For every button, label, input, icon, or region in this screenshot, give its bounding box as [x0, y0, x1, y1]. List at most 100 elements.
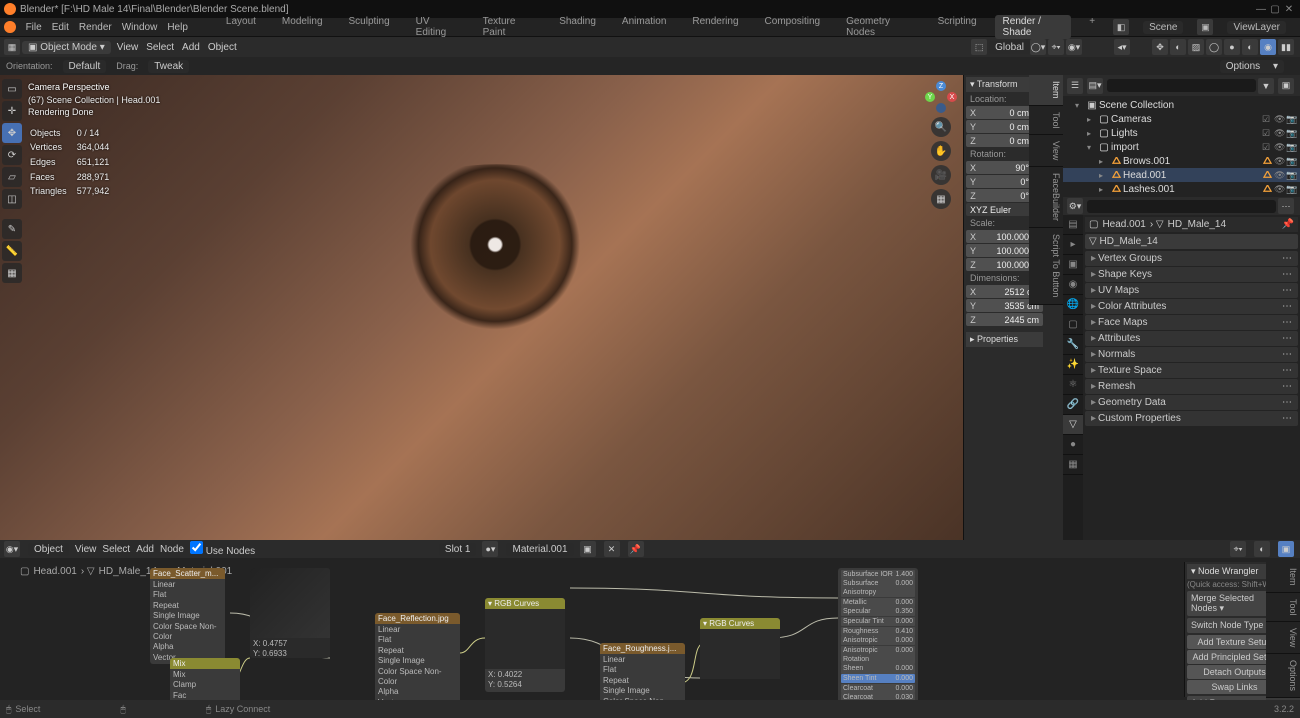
options-dropdown[interactable]: Options ▾ — [1220, 60, 1284, 73]
ptab-scene[interactable]: ◉ — [1063, 275, 1083, 295]
outliner-tree[interactable]: ▾▣Scene Collection ▸▢Cameras☑👁📷▸▢Lights☑… — [1063, 96, 1300, 197]
top-select[interactable]: Select — [146, 42, 174, 53]
mode-selector[interactable]: ▣ Object Mode ▾ — [22, 41, 111, 54]
top-view[interactable]: View — [117, 42, 139, 53]
shading-solid-icon[interactable]: ● — [1224, 39, 1240, 55]
panel-color-attributes[interactable]: Color Attributes⋯ — [1085, 299, 1298, 314]
ntab-facebuilder[interactable]: FaceBuilder — [1029, 167, 1063, 228]
panel-attributes[interactable]: Attributes⋯ — [1085, 331, 1298, 346]
node-rgb-curves-c[interactable]: ▾ RGB Curves — [700, 618, 780, 679]
panel-geometry-data[interactable]: Geometry Data⋯ — [1085, 395, 1298, 410]
shading-rendered-icon[interactable]: ◉ — [1260, 39, 1276, 55]
nvtab-view[interactable]: View — [1266, 622, 1300, 654]
tool-move[interactable]: ✥ — [2, 123, 22, 143]
ntab-view[interactable]: View — [1029, 135, 1063, 167]
tool-rotate[interactable]: ⟳ — [2, 145, 22, 165]
mat-name[interactable]: Material.001 — [506, 543, 573, 556]
eye-icon[interactable]: 👁 — [1274, 170, 1284, 181]
gizmo-toggle-icon[interactable]: ✥ — [1152, 39, 1168, 55]
panel-vertex-groups[interactable]: Vertex Groups⋯ — [1085, 251, 1298, 266]
ws-anim[interactable]: Animation — [614, 15, 674, 39]
nvtab-options[interactable]: Options — [1266, 654, 1300, 698]
ptab-output[interactable]: ▸ — [1063, 235, 1083, 255]
panel-texture-space[interactable]: Texture Space⋯ — [1085, 363, 1298, 378]
disable-render-icon[interactable]: 📷 — [1286, 128, 1296, 139]
ptab-world[interactable]: 🌐 — [1063, 295, 1083, 315]
panel-face-maps[interactable]: Face Maps⋯ — [1085, 315, 1298, 330]
menu-help[interactable]: Help — [167, 22, 188, 33]
disable-render-icon[interactable]: 📷 — [1286, 142, 1296, 153]
orientation-global[interactable]: Global — [989, 41, 1030, 54]
eye-icon[interactable]: 👁 — [1274, 156, 1284, 167]
pause-render-icon[interactable]: ▮▮ — [1278, 39, 1294, 55]
disable-render-icon[interactable]: 📷 — [1286, 156, 1296, 167]
exclude-check-icon[interactable]: ☑ — [1262, 128, 1272, 139]
ne-add[interactable]: Add — [136, 544, 154, 555]
top-add[interactable]: Add — [182, 42, 200, 53]
ptab-texture[interactable]: ▦ — [1063, 455, 1083, 475]
proportional-icon[interactable]: ◉▾ — [1066, 39, 1082, 55]
ws-add[interactable]: + — [1081, 15, 1103, 39]
ptab-constraint[interactable]: 🔗 — [1063, 395, 1083, 415]
pivot-icon[interactable]: ◯▾ — [1030, 39, 1046, 55]
xray-icon[interactable]: ▨ — [1188, 39, 1204, 55]
overlay-toggle-icon[interactable]: ◐ — [1170, 39, 1186, 55]
menu-render[interactable]: Render — [79, 22, 112, 33]
disable-render-icon[interactable]: 📷 — [1286, 184, 1296, 195]
ntab-tool[interactable]: Tool — [1029, 106, 1063, 136]
editor-type-icon[interactable]: ▦ — [4, 39, 20, 55]
prop-search[interactable] — [1087, 200, 1276, 213]
viewlayer-icon[interactable]: ▣ — [1197, 19, 1213, 35]
orient-icon[interactable]: ⬚ — [971, 39, 987, 55]
blender-icon[interactable] — [4, 21, 16, 33]
ptab-data[interactable]: ▽ — [1063, 415, 1083, 435]
ws-uv[interactable]: UV Editing — [408, 15, 465, 39]
panel-remesh[interactable]: Remesh⋯ — [1085, 379, 1298, 394]
panel-normals[interactable]: Normals⋯ — [1085, 347, 1298, 362]
ptab-physics[interactable]: ⚛ — [1063, 375, 1083, 395]
ws-geo[interactable]: Geometry Nodes — [838, 15, 920, 39]
exclude-check-icon[interactable]: ☑ — [1262, 114, 1272, 125]
ne-select[interactable]: Select — [102, 544, 130, 555]
ws-render-shade[interactable]: Render / Shade — [995, 15, 1072, 39]
prop-editor-type-icon[interactable]: ⚙▾ — [1067, 198, 1083, 214]
ne-object[interactable]: Object — [28, 543, 69, 556]
viewlayer-name[interactable]: ViewLayer — [1227, 21, 1286, 34]
ntab-script[interactable]: Script To Button — [1029, 228, 1063, 304]
panel-custom-properties[interactable]: Custom Properties⋯ — [1085, 411, 1298, 426]
prop-options-icon[interactable]: ⋯ — [1278, 198, 1294, 214]
selectability-icon[interactable]: ◂▾ — [1114, 39, 1130, 55]
node-canvas[interactable]: ▢ Head.001 › ▽ HD_Male_14 › ● Material.0… — [0, 558, 1300, 700]
prop-breadcrumb[interactable]: ▢ Head.001 › ▽ HD_Male_14📌 — [1085, 217, 1298, 232]
shading-wire-icon[interactable]: ◯ — [1206, 39, 1222, 55]
ws-comp[interactable]: Compositing — [757, 15, 829, 39]
tool-select-box[interactable]: ▭ — [2, 79, 22, 99]
tool-annotate[interactable]: ✎ — [2, 219, 22, 239]
node-image-scatter[interactable]: Face_Scatter_m... LinearFlatRepeatSingle… — [150, 568, 225, 664]
eye-icon[interactable]: 👁 — [1274, 184, 1284, 195]
nvtab-item[interactable]: Item — [1266, 562, 1300, 593]
nvtab-nw[interactable]: Node Wra... — [1266, 698, 1300, 700]
node-image-reflection[interactable]: Face_Reflection.jpg LinearFlatRepeatSing… — [375, 613, 460, 700]
ws-render[interactable]: Rendering — [684, 15, 746, 39]
ptab-viewlayer[interactable]: ▣ — [1063, 255, 1083, 275]
exclude-check-icon[interactable]: ☑ — [1262, 142, 1272, 153]
node-image-roughness[interactable]: Face_Roughness.j... LinearFlatRepeatSing… — [600, 643, 685, 700]
ol-item-cameras[interactable]: ▸▢Cameras☑👁📷 — [1063, 112, 1300, 126]
nvtab-tool[interactable]: Tool — [1266, 593, 1300, 623]
backdrop-icon[interactable]: ▣ — [1278, 541, 1294, 557]
new-collection-icon[interactable]: ▣ — [1278, 78, 1294, 94]
panel-shape-keys[interactable]: Shape Keys⋯ — [1085, 267, 1298, 282]
outliner-search[interactable] — [1107, 79, 1256, 92]
node-principled-bsdf[interactable]: Subsurface IOR1.400Subsurface Anisotropy… — [838, 568, 918, 700]
pin-icon[interactable]: 📌 — [628, 541, 644, 557]
ol-item-lights[interactable]: ▸▢Lights☑👁📷 — [1063, 126, 1300, 140]
filter-icon[interactable]: ▼ — [1258, 78, 1274, 94]
node-rgb-curves-b[interactable]: ▾ RGB Curves X: 0.4022Y: 0.5264 — [485, 598, 565, 692]
ws-script[interactable]: Scripting — [930, 15, 985, 39]
nav-gizmo-icon[interactable]: Z X Y — [925, 81, 957, 113]
ptab-render[interactable]: ▤ — [1063, 215, 1083, 235]
camera-icon[interactable]: 🎥 — [931, 165, 951, 185]
display-mode-icon[interactable]: ▤▾ — [1087, 78, 1103, 94]
dim-z[interactable]: Z2445 cm — [966, 313, 1043, 326]
